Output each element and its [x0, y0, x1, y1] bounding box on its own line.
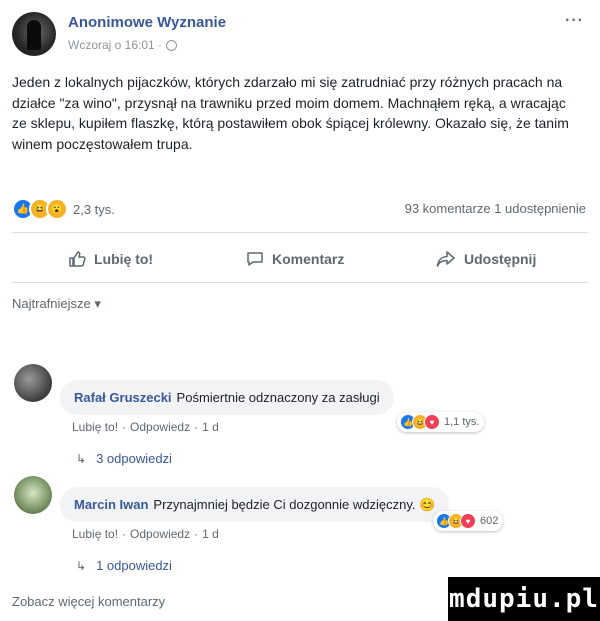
commenter-avatar[interactable] — [14, 364, 52, 402]
speech-bubble-icon — [247, 252, 263, 266]
comment-age: 1 d — [202, 527, 219, 541]
heart-reaction-icon: ♥ — [460, 513, 476, 529]
reply-arrow-icon: ↳ — [76, 451, 87, 466]
share-button-label: Udostępnij — [464, 251, 537, 267]
post-stats[interactable]: 93 komentarze 1 udostępnienie — [405, 201, 586, 216]
view-replies-link[interactable]: ↳ 1 odpowiedzi — [76, 558, 172, 573]
post-author-name[interactable]: Anonimowe Wyznanie — [68, 14, 226, 31]
share-arrow-icon — [436, 251, 455, 267]
comment-age: 1 d — [202, 420, 219, 434]
reply-arrow-icon: ↳ — [76, 558, 87, 573]
commenter-avatar[interactable] — [14, 476, 52, 514]
commenter-name[interactable]: Marcin Iwan — [74, 497, 148, 512]
comment-button-label: Komentarz — [272, 251, 345, 267]
comment-text: Przynajmniej będzie Ci dozgonnie wdzięcz… — [153, 497, 436, 512]
comment-reactions[interactable]: 👍 😆 ♥ 602 — [433, 511, 504, 531]
comment-actions: Lubię to! · Odpowiedz · 1 d — [72, 420, 219, 434]
like-button[interactable]: Lubię to! — [68, 250, 153, 268]
like-button-label: Lubię to! — [94, 251, 154, 267]
comment-reaction-count: 602 — [480, 515, 499, 527]
comment-like-link[interactable]: Lubię to! — [72, 420, 118, 434]
comment-reply-link[interactable]: Odpowiedz — [130, 527, 190, 541]
replies-count: 1 odpowiedzi — [96, 558, 172, 573]
comments-filter-dropdown[interactable]: Najtrafniejsze ▾ — [12, 296, 101, 312]
comment-bubble: Rafał Gruszecki Pośmiertnie odznaczony za… — [60, 380, 394, 415]
divider — [12, 282, 588, 283]
heart-reaction-icon: ♥ — [424, 414, 440, 430]
wow-reaction-icon: 😮 — [46, 198, 68, 220]
reactions-summary[interactable]: 👍 😆 😮 2,3 tys. — [12, 198, 115, 220]
comment-actions: Lubię to! · Odpowiedz · 1 d — [72, 527, 219, 541]
more-options-icon[interactable]: ··· — [565, 12, 584, 30]
site-watermark: mdupiu.pl — [448, 577, 600, 621]
comment-reactions[interactable]: 👍 😆 ♥ 1,1 tys. — [397, 412, 485, 432]
comment-button[interactable]: Komentarz — [246, 250, 344, 268]
post-text: Jeden z lokalnych pijaczków, których zda… — [12, 74, 569, 152]
comment-reply-link[interactable]: Odpowiedz — [130, 420, 190, 434]
comment-bubble: Marcin Iwan Przynajmniej będzie Ci dozgon… — [60, 487, 450, 522]
replies-count: 3 odpowiedzi — [96, 451, 172, 466]
post-meta: Wczoraj o 16:01 · — [68, 38, 178, 52]
commenter-name[interactable]: Rafał Gruszecki — [74, 390, 172, 405]
comment-like-link[interactable]: Lubię to! — [72, 527, 118, 541]
author-avatar[interactable] — [12, 12, 56, 56]
share-button[interactable]: Udostępnij — [436, 250, 536, 268]
reactions-count: 2,3 tys. — [73, 201, 115, 217]
post-timestamp[interactable]: Wczoraj o 16:01 · — [68, 38, 162, 52]
comment-text: Pośmiertnie odznaczony za zasługi — [176, 390, 380, 405]
globe-icon — [166, 39, 178, 51]
view-replies-link[interactable]: ↳ 3 odpowiedzi — [76, 451, 172, 466]
thumbs-up-icon — [69, 251, 86, 267]
divider — [12, 232, 588, 233]
see-more-comments-link[interactable]: Zobacz więcej komentarzy — [12, 594, 165, 609]
comment-reaction-count: 1,1 tys. — [444, 416, 480, 428]
